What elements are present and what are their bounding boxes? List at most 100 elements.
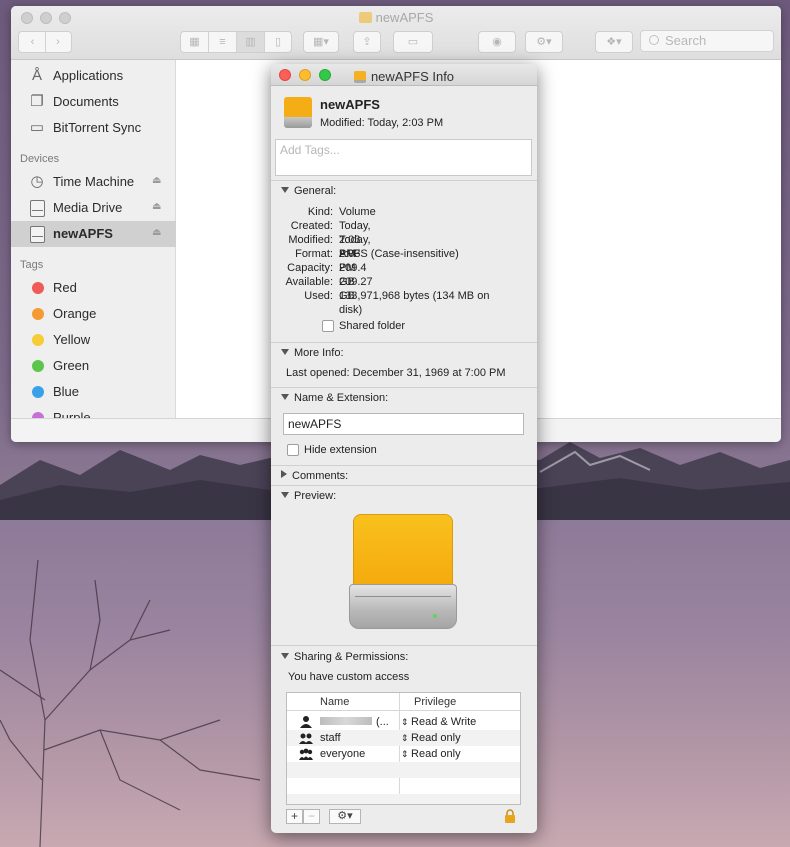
forward-button[interactable]: › <box>46 32 70 52</box>
tags-button[interactable]: ▭ <box>393 31 433 53</box>
stepper-arrows-icon: ⇕ <box>401 717 412 727</box>
table-row[interactable]: staff ⇕ Read only <box>287 730 520 746</box>
sidebar-item-documents[interactable]: ❐ Documents <box>11 89 176 115</box>
plus-icon: + <box>290 809 298 823</box>
stepper-arrows-icon: ⇕ <box>401 733 412 743</box>
disclosure-triangle-icon <box>281 349 289 355</box>
drive-icon <box>30 200 45 217</box>
remove-button[interactable]: − <box>303 809 320 824</box>
name-input-value: newAPFS <box>288 417 342 431</box>
back-forward-buttons[interactable]: ‹ › <box>18 31 72 53</box>
list-view-icon[interactable]: ≡ <box>209 32 237 52</box>
sidebar-item-media-drive[interactable]: Media Drive ⏏ <box>11 195 176 221</box>
action-button[interactable]: ⚙▾ <box>525 31 563 53</box>
documents-icon: ❐ <box>30 93 44 110</box>
sidebar-item-label: Purple <box>53 410 91 418</box>
tag-color-dot <box>32 386 44 398</box>
sidebar-tag-yellow[interactable]: Yellow <box>11 327 176 353</box>
sidebar-item-applications[interactable]: Å Applications <box>11 63 176 89</box>
dropbox-button[interactable]: ❖▾ <box>595 31 633 53</box>
preview-header[interactable]: Preview: <box>281 490 336 502</box>
cover-flow-icon[interactable]: ▯ <box>265 32 291 52</box>
volume-modified: Modified: Today, 2:03 PM <box>320 117 444 129</box>
access-text: You have custom access <box>288 671 410 683</box>
dropbox-icon: ❖▾ <box>606 36 622 48</box>
quick-look-button[interactable]: ◉ <box>478 31 516 53</box>
volume-icon <box>284 97 312 129</box>
arrange-icon: ▦▾ <box>313 36 329 48</box>
back-button[interactable]: ‹ <box>20 32 46 52</box>
sidebar-item-time-machine[interactable]: ◷ Time Machine ⏏ <box>11 169 176 195</box>
column-view-icon[interactable]: ▥ <box>237 32 265 52</box>
empty-row <box>287 762 520 778</box>
eject-icon[interactable]: ⏏ <box>152 227 161 238</box>
hide-extension-checkbox[interactable] <box>287 444 299 456</box>
sidebar-tag-red[interactable]: Red <box>11 275 176 301</box>
column-header-name[interactable]: Name <box>287 693 399 711</box>
finder-toolbar: newAPFS ‹ › ▦ ≡ ▥ ▯ ▦▾ ⇪ ▭ ◉ ⚙▾ ❖▾ Search <box>11 6 781 60</box>
privilege-value: Read only <box>411 748 461 760</box>
tag-color-dot <box>32 334 44 346</box>
sidebar-item-label: Yellow <box>53 332 91 347</box>
comments-header-label: Comments: <box>292 470 349 482</box>
column-header-privilege-label: Privilege <box>414 696 457 708</box>
drive-icon <box>30 226 45 243</box>
share-icon: ⇪ <box>362 36 372 48</box>
more-info-header-label: More Info: <box>294 347 344 359</box>
icon-view-icon[interactable]: ▦ <box>181 32 209 52</box>
preview-header-label: Preview: <box>294 490 337 502</box>
shared-folder-checkbox[interactable] <box>322 320 334 332</box>
sidebar-tag-purple[interactable]: Purple <box>11 405 176 418</box>
table-row[interactable]: (... ⇕ Read & Write <box>287 714 520 730</box>
action-menu-button[interactable]: ⚙▾ <box>329 809 361 824</box>
general-header[interactable]: General: <box>281 185 336 197</box>
everyone-name: everyone <box>320 748 366 760</box>
name-extension-header[interactable]: Name & Extension: <box>281 392 388 404</box>
privilege-select[interactable]: ⇕ Read only <box>401 730 461 746</box>
name-extension-section: Name & Extension: <box>271 387 537 404</box>
disclosure-triangle-icon <box>281 492 289 498</box>
eject-icon[interactable]: ⏏ <box>152 201 161 212</box>
privilege-select[interactable]: ⇕ Read only <box>401 746 461 762</box>
add-button[interactable]: + <box>286 809 303 824</box>
sidebar-item-label: Media Drive <box>53 200 123 215</box>
sidebar-item-newapfs[interactable]: newAPFS ⏏ <box>11 221 176 247</box>
stepper-arrows-icon: ⇕ <box>401 749 412 759</box>
sharing-header[interactable]: Sharing & Permissions: <box>281 651 408 663</box>
sidebar-item-bittorrent-sync[interactable]: ▭ BitTorrent Sync <box>11 115 176 141</box>
view-mode-control[interactable]: ▦ ≡ ▥ ▯ <box>180 31 292 53</box>
sidebar-tag-orange[interactable]: Orange <box>11 301 176 327</box>
sharing-header-label: Sharing & Permissions: <box>294 651 409 663</box>
disclosure-triangle-icon <box>281 394 289 400</box>
lock-icon[interactable] <box>504 809 516 823</box>
sidebar-tag-green[interactable]: Green <box>11 353 176 379</box>
sidebar-item-label: Documents <box>53 94 119 109</box>
user-name: (... <box>320 714 389 730</box>
eject-icon[interactable]: ⏏ <box>152 175 161 186</box>
name-extension-header-label: Name & Extension: <box>294 392 389 404</box>
tag-color-dot <box>32 360 44 372</box>
kind-label: Kind: <box>307 206 333 218</box>
volume-name: newAPFS <box>320 97 380 112</box>
tags-input[interactable]: Add Tags... <box>275 139 532 176</box>
format-label: Format: <box>295 248 333 260</box>
tags-header: Tags <box>20 259 44 271</box>
sidebar-tag-blue[interactable]: Blue <box>11 379 176 405</box>
search-field[interactable]: Search <box>640 30 774 52</box>
sidebar-item-label: Time Machine <box>53 174 135 189</box>
disclosure-triangle-icon <box>281 653 289 659</box>
name-input[interactable]: newAPFS <box>283 413 524 435</box>
table-row[interactable]: everyone ⇕ Read only <box>287 746 520 762</box>
more-info-section: More Info: <box>271 342 537 359</box>
privilege-select[interactable]: ⇕ Read & Write <box>401 714 476 730</box>
comments-header[interactable]: Comments: <box>281 470 348 482</box>
column-header-privilege[interactable]: Privilege <box>400 693 520 711</box>
folder-icon: ▭ <box>29 119 45 136</box>
share-button[interactable]: ⇪ <box>353 31 381 53</box>
sidebar-item-label: BitTorrent Sync <box>53 120 142 135</box>
gear-icon: ⚙▾ <box>337 810 353 822</box>
more-info-header[interactable]: More Info: <box>281 347 344 359</box>
used-value: 133,971,968 bytes (134 MB on <box>339 290 490 302</box>
tag-color-dot <box>32 308 44 320</box>
arrange-button[interactable]: ▦▾ <box>303 31 339 53</box>
